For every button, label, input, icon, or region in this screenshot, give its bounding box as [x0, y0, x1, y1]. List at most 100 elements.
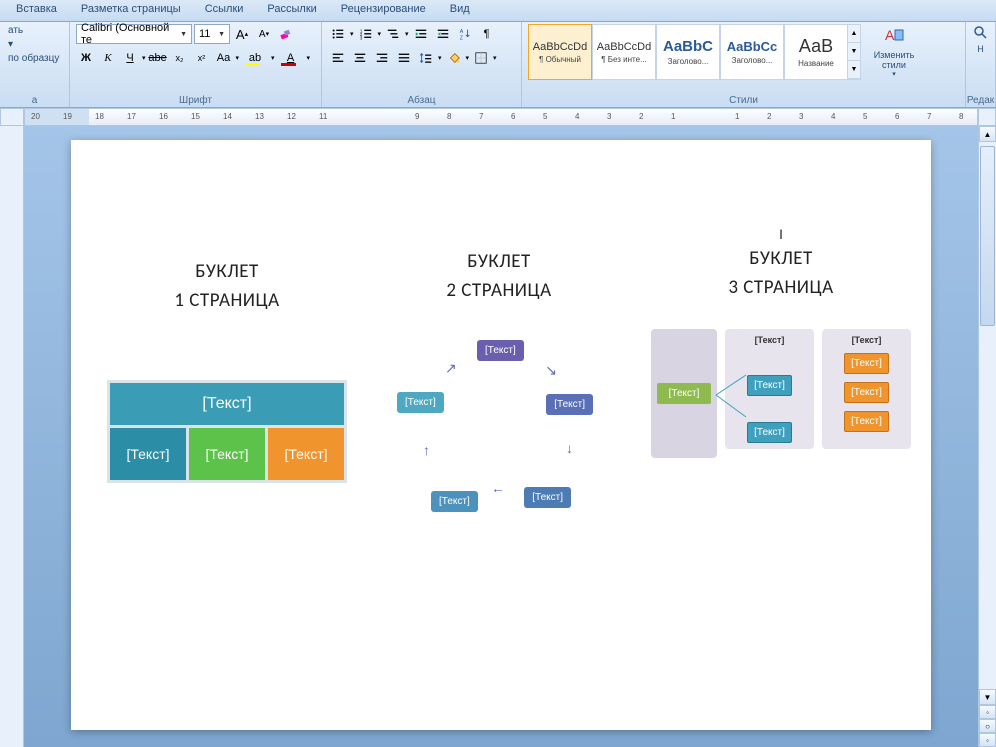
- styles-scroll[interactable]: ▲ ▼ ▼: [847, 24, 861, 80]
- smartart-header-cell[interactable]: [Текст]: [110, 383, 344, 425]
- hierarchy-root[interactable]: [Текст]: [651, 329, 717, 458]
- cycle-node[interactable]: [Текст]: [524, 487, 571, 508]
- subscript-button[interactable]: x₂: [170, 48, 190, 68]
- borders-button[interactable]: [471, 48, 491, 68]
- more-icon[interactable]: ▼: [848, 61, 860, 79]
- smartart-hierarchy[interactable]: [Текст] [Текст] [Текст] [Текст] [Текст]: [651, 329, 911, 458]
- scroll-down-button[interactable]: ▼: [979, 689, 996, 705]
- align-right-icon: [375, 51, 389, 65]
- ruler-corner: [0, 108, 24, 126]
- panel-title: БУКЛЕТ: [467, 250, 530, 273]
- change-case-button[interactable]: Aa: [214, 48, 234, 68]
- numbering-icon: 123: [359, 27, 373, 41]
- font-color-button[interactable]: A: [277, 48, 305, 68]
- chevron-down-icon: ▼: [180, 31, 187, 38]
- cycle-node[interactable]: [Текст]: [477, 340, 524, 361]
- eraser-icon: [279, 27, 293, 41]
- ruler-horizontal[interactable]: 20191817161514131211987654321123456789: [24, 108, 978, 126]
- align-left-icon: [331, 51, 345, 65]
- hierarchy-column: [Текст] [Текст] [Текст] [Текст]: [822, 329, 911, 449]
- smartart-cell[interactable]: [Текст]: [189, 428, 265, 480]
- ruler-container: 20191817161514131211987654321123456789: [0, 108, 996, 126]
- shading-button[interactable]: [444, 48, 464, 68]
- smartart-cell[interactable]: [Текст]: [110, 428, 186, 480]
- bold-button[interactable]: Ж: [76, 48, 96, 68]
- hierarchy-node[interactable]: [Текст]: [844, 411, 889, 432]
- hierarchy-node[interactable]: [Текст]: [844, 353, 889, 374]
- style-nospacing[interactable]: AaBbCcDd ¶ Без инте...: [592, 24, 656, 80]
- shrink-font-button[interactable]: A▾: [254, 24, 274, 44]
- style-label: Заголово...: [721, 56, 783, 65]
- smartart-list[interactable]: [Текст] [Текст] [Текст] [Текст]: [107, 380, 347, 483]
- tab-view[interactable]: Вид: [438, 0, 482, 21]
- bullets-button[interactable]: [328, 24, 348, 44]
- paste-button[interactable]: ать: [6, 24, 25, 37]
- tab-review[interactable]: Рецензирование: [329, 0, 438, 21]
- highlight-button[interactable]: ab: [241, 48, 269, 68]
- chevron-down-icon[interactable]: ▼: [848, 43, 860, 61]
- hierarchy-node[interactable]: [Текст]: [657, 383, 711, 404]
- tab-mailings[interactable]: Рассылки: [255, 0, 328, 21]
- hierarchy-node[interactable]: [Текст]: [747, 422, 792, 443]
- tab-layout[interactable]: Разметка страницы: [69, 0, 193, 21]
- scroll-thumb[interactable]: [980, 146, 995, 326]
- scroll-area[interactable]: БУКЛЕТ 1 СТРАНИЦА [Текст] [Текст] [Текст…: [24, 126, 978, 747]
- find-icon[interactable]: [972, 24, 990, 42]
- justify-button[interactable]: [394, 48, 414, 68]
- cycle-node[interactable]: [Текст]: [546, 394, 593, 415]
- underline-button[interactable]: Ч: [120, 48, 140, 68]
- column-label: [Текст]: [755, 335, 785, 345]
- font-group: Calibri (Основной те ▼ 11 ▼ A▴ A▾ Ж К Ч …: [70, 22, 322, 107]
- arrow-icon: ↑: [423, 442, 430, 458]
- style-preview: AaBbCc: [727, 39, 778, 54]
- browse-button[interactable]: ○: [979, 719, 996, 733]
- clear-format-button[interactable]: [276, 24, 296, 44]
- tab-insert[interactable]: Вставка: [4, 0, 69, 21]
- align-center-button[interactable]: [350, 48, 370, 68]
- indent-dec-button[interactable]: [411, 24, 431, 44]
- line-spacing-button[interactable]: [416, 48, 436, 68]
- panel-number: I: [779, 226, 783, 243]
- format-painter[interactable]: по образцу: [6, 52, 61, 65]
- style-normal[interactable]: AaBbCcDd ¶ Обычный: [528, 24, 592, 80]
- pilcrow-button[interactable]: ¶: [477, 24, 497, 44]
- panel-subtitle: 3 СТРАНИЦА: [728, 276, 833, 299]
- italic-button[interactable]: К: [98, 48, 118, 68]
- superscript-button[interactable]: x²: [192, 48, 212, 68]
- multilevel-button[interactable]: [383, 24, 403, 44]
- font-name-value: Calibri (Основной те: [81, 22, 180, 46]
- hierarchy-node[interactable]: [Текст]: [747, 375, 792, 396]
- ruler-vertical[interactable]: [0, 126, 24, 747]
- grow-font-button[interactable]: A▴: [232, 24, 252, 44]
- change-styles-button[interactable]: A Изменить стили ▾: [869, 24, 919, 78]
- next-page-button[interactable]: ◦: [979, 733, 996, 747]
- smartart-cycle[interactable]: [Текст] [Текст] [Текст] [Текст] [Текст] …: [379, 332, 619, 542]
- font-size-combo[interactable]: 11 ▼: [194, 24, 230, 44]
- cycle-node[interactable]: [Текст]: [431, 491, 478, 512]
- clipboard-row[interactable]: ▾: [6, 38, 15, 51]
- prev-page-button[interactable]: ◦: [979, 705, 996, 719]
- style-heading2[interactable]: AaBbCc Заголово...: [720, 24, 784, 80]
- align-right-button[interactable]: [372, 48, 392, 68]
- align-center-icon: [353, 51, 367, 65]
- cycle-node[interactable]: [Текст]: [397, 392, 444, 413]
- numbering-button[interactable]: 123: [356, 24, 376, 44]
- font-name-combo[interactable]: Calibri (Основной те ▼: [76, 24, 192, 44]
- scroll-up-button[interactable]: ▲: [979, 126, 996, 142]
- panel-1: БУКЛЕТ 1 СТРАНИЦА [Текст] [Текст] [Текст…: [91, 170, 363, 700]
- strike-button[interactable]: abe: [148, 48, 168, 68]
- borders-icon: [474, 51, 488, 65]
- indent-inc-button[interactable]: [433, 24, 453, 44]
- vertical-scrollbar[interactable]: ▲ ▼ ◦ ○ ◦: [978, 126, 996, 747]
- hierarchy-node[interactable]: [Текст]: [844, 382, 889, 403]
- style-heading1[interactable]: AaBbC Заголово...: [656, 24, 720, 80]
- style-title[interactable]: АаВ Название: [784, 24, 848, 80]
- sort-button[interactable]: AZ: [455, 24, 475, 44]
- chevron-up-icon[interactable]: ▲: [848, 25, 860, 43]
- document-area: БУКЛЕТ 1 СТРАНИЦА [Текст] [Текст] [Текст…: [0, 126, 996, 747]
- indent-inc-icon: [436, 27, 450, 41]
- tab-refs[interactable]: Ссылки: [193, 0, 256, 21]
- align-left-button[interactable]: [328, 48, 348, 68]
- scroll-track[interactable]: [979, 142, 996, 689]
- smartart-cell[interactable]: [Текст]: [268, 428, 344, 480]
